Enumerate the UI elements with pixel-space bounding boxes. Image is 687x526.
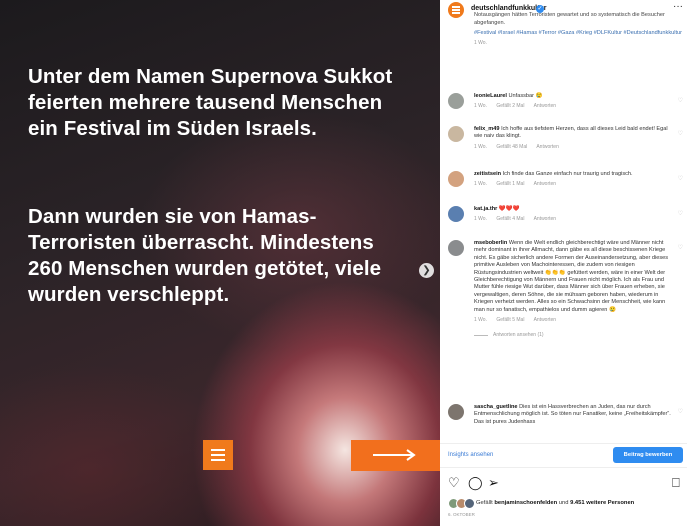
- reply-button[interactable]: Antworten: [534, 317, 557, 323]
- comment-meta: 1 Wo. Gefällt 4 Mal Antworten: [474, 216, 677, 223]
- likes-count[interactable]: 9.451 weitere Personen: [570, 500, 634, 506]
- avatar[interactable]: [448, 126, 464, 142]
- likes-text[interactable]: Gefällt benjaminschoenfelden und 9.451 w…: [476, 500, 634, 506]
- post-date: 6. OKTOBER: [448, 512, 475, 517]
- liker-username[interactable]: benjaminschoenfelden: [494, 500, 557, 506]
- comment-username[interactable]: zeitistsein: [474, 171, 501, 177]
- comment-age: 1 Wo.: [474, 181, 487, 188]
- comment-username[interactable]: mseboberlin: [474, 240, 507, 246]
- comment-meta: 1 Wo. Gefällt 48 Mal Antworten: [474, 144, 677, 151]
- comment-likes[interactable]: Gefällt 5 Mal: [496, 317, 524, 323]
- comment-meta: 1 Wo. Gefällt 1 Mal Antworten: [474, 181, 677, 188]
- post-text-body: Dann wurden sie von Hamas-Terroristen üb…: [28, 205, 382, 306]
- comment-text: Ich finde das Ganze einfach nur traurig …: [502, 171, 633, 177]
- avatar: [464, 498, 475, 509]
- comment-age: 1 Wo.: [474, 143, 487, 150]
- caption-age: 1 Wo.: [474, 39, 487, 46]
- comment-icon[interactable]: ◯: [468, 476, 483, 490]
- comment-likes[interactable]: Gefällt 2 Mal: [496, 103, 524, 109]
- post-image: Unter dem Namen Supernova Sukkot feierte…: [0, 0, 440, 526]
- comment-age: 1 Wo.: [474, 216, 487, 223]
- caption-text: Notausgängen hätten Terroristen gewartet…: [474, 12, 665, 26]
- carousel-next-button[interactable]: ❯: [419, 263, 434, 278]
- reply-button[interactable]: Antworten: [534, 103, 557, 109]
- promo-bar: Insights ansehen Beitrag bewerben: [440, 443, 687, 466]
- likes-conjunction: und: [557, 500, 571, 506]
- comment-username[interactable]: felix_m49: [474, 126, 500, 132]
- brand-logo-icon: [203, 440, 233, 470]
- comment-username[interactable]: leonieLaurel: [474, 93, 507, 99]
- share-send-icon[interactable]: ➢: [488, 476, 499, 490]
- heart-icon[interactable]: ♡: [678, 408, 683, 415]
- arrow-right-icon: [373, 449, 416, 461]
- reply-button[interactable]: Antworten: [536, 144, 559, 150]
- comment-meta: 1 Wo. Gefällt 5 Mal Antworten: [474, 317, 677, 324]
- comment-text: Unfassbar 😢: [508, 93, 543, 99]
- avatar[interactable]: [448, 93, 464, 109]
- avatar[interactable]: [448, 240, 464, 256]
- post-caption: Notausgängen hätten Terroristen gewartet…: [474, 12, 682, 47]
- likes-prefix: Gefällt: [476, 500, 495, 506]
- avatar[interactable]: [448, 206, 464, 222]
- reply-button[interactable]: Antworten: [534, 181, 557, 187]
- comment-meta: 1 Wo. Gefällt 2 Mal Antworten: [474, 103, 677, 110]
- heart-icon[interactable]: ♡: [678, 97, 683, 104]
- comment-likes[interactable]: Gefällt 48 Mal: [496, 144, 527, 150]
- avatar[interactable]: [448, 171, 464, 187]
- view-replies-button[interactable]: Antworten ansehen (1): [474, 332, 677, 339]
- heart-icon[interactable]: ♡: [678, 244, 683, 251]
- post-text-intro: Unter dem Namen Supernova Sukkot feierte…: [28, 65, 393, 140]
- comment-age: 1 Wo.: [474, 103, 487, 110]
- account-avatar[interactable]: [448, 2, 464, 18]
- heart-icon[interactable]: ♡: [678, 210, 683, 217]
- comments-panel: deutschlandfunkkultur ✓ ··· Notausgängen…: [440, 0, 687, 526]
- comment-age: 1 Wo.: [474, 317, 487, 324]
- comment-text: Wenn die Welt endlich gleichberechtigt w…: [474, 240, 669, 313]
- comment-text: ❤️❤️❤️: [498, 206, 520, 212]
- comment-likes[interactable]: Gefällt 4 Mal: [496, 216, 524, 222]
- boost-post-button[interactable]: Beitrag bewerben: [613, 447, 683, 463]
- heart-icon[interactable]: ♡: [678, 130, 683, 137]
- heart-icon[interactable]: ♡: [678, 175, 683, 182]
- reply-button[interactable]: Antworten: [534, 216, 557, 222]
- insights-link[interactable]: Insights ansehen: [448, 452, 493, 458]
- comment-text-overflow: Das ist pures Judenhass: [474, 418, 536, 425]
- post-actions: ♡ ◯ ➢ ⎕ Gefällt benjaminschoenfelden und…: [440, 467, 687, 522]
- comment-likes[interactable]: Gefällt 1 Mal: [496, 181, 524, 187]
- comment-username[interactable]: sascha_guetline: [474, 404, 518, 410]
- like-heart-icon[interactable]: ♡: [448, 476, 460, 490]
- bookmark-icon[interactable]: ⎕: [672, 476, 680, 490]
- comment-text: Ich hoffe aus tiefstem Herzen, dass all …: [474, 126, 668, 140]
- comment-username[interactable]: kat.ja.thr: [474, 206, 497, 212]
- caption-hashtags[interactable]: #Festival #Israel #Hamas #Terror #Gaza #…: [474, 30, 682, 38]
- avatar[interactable]: [448, 404, 464, 420]
- swipe-banner: [351, 440, 440, 471]
- more-options-icon[interactable]: ···: [673, 1, 683, 12]
